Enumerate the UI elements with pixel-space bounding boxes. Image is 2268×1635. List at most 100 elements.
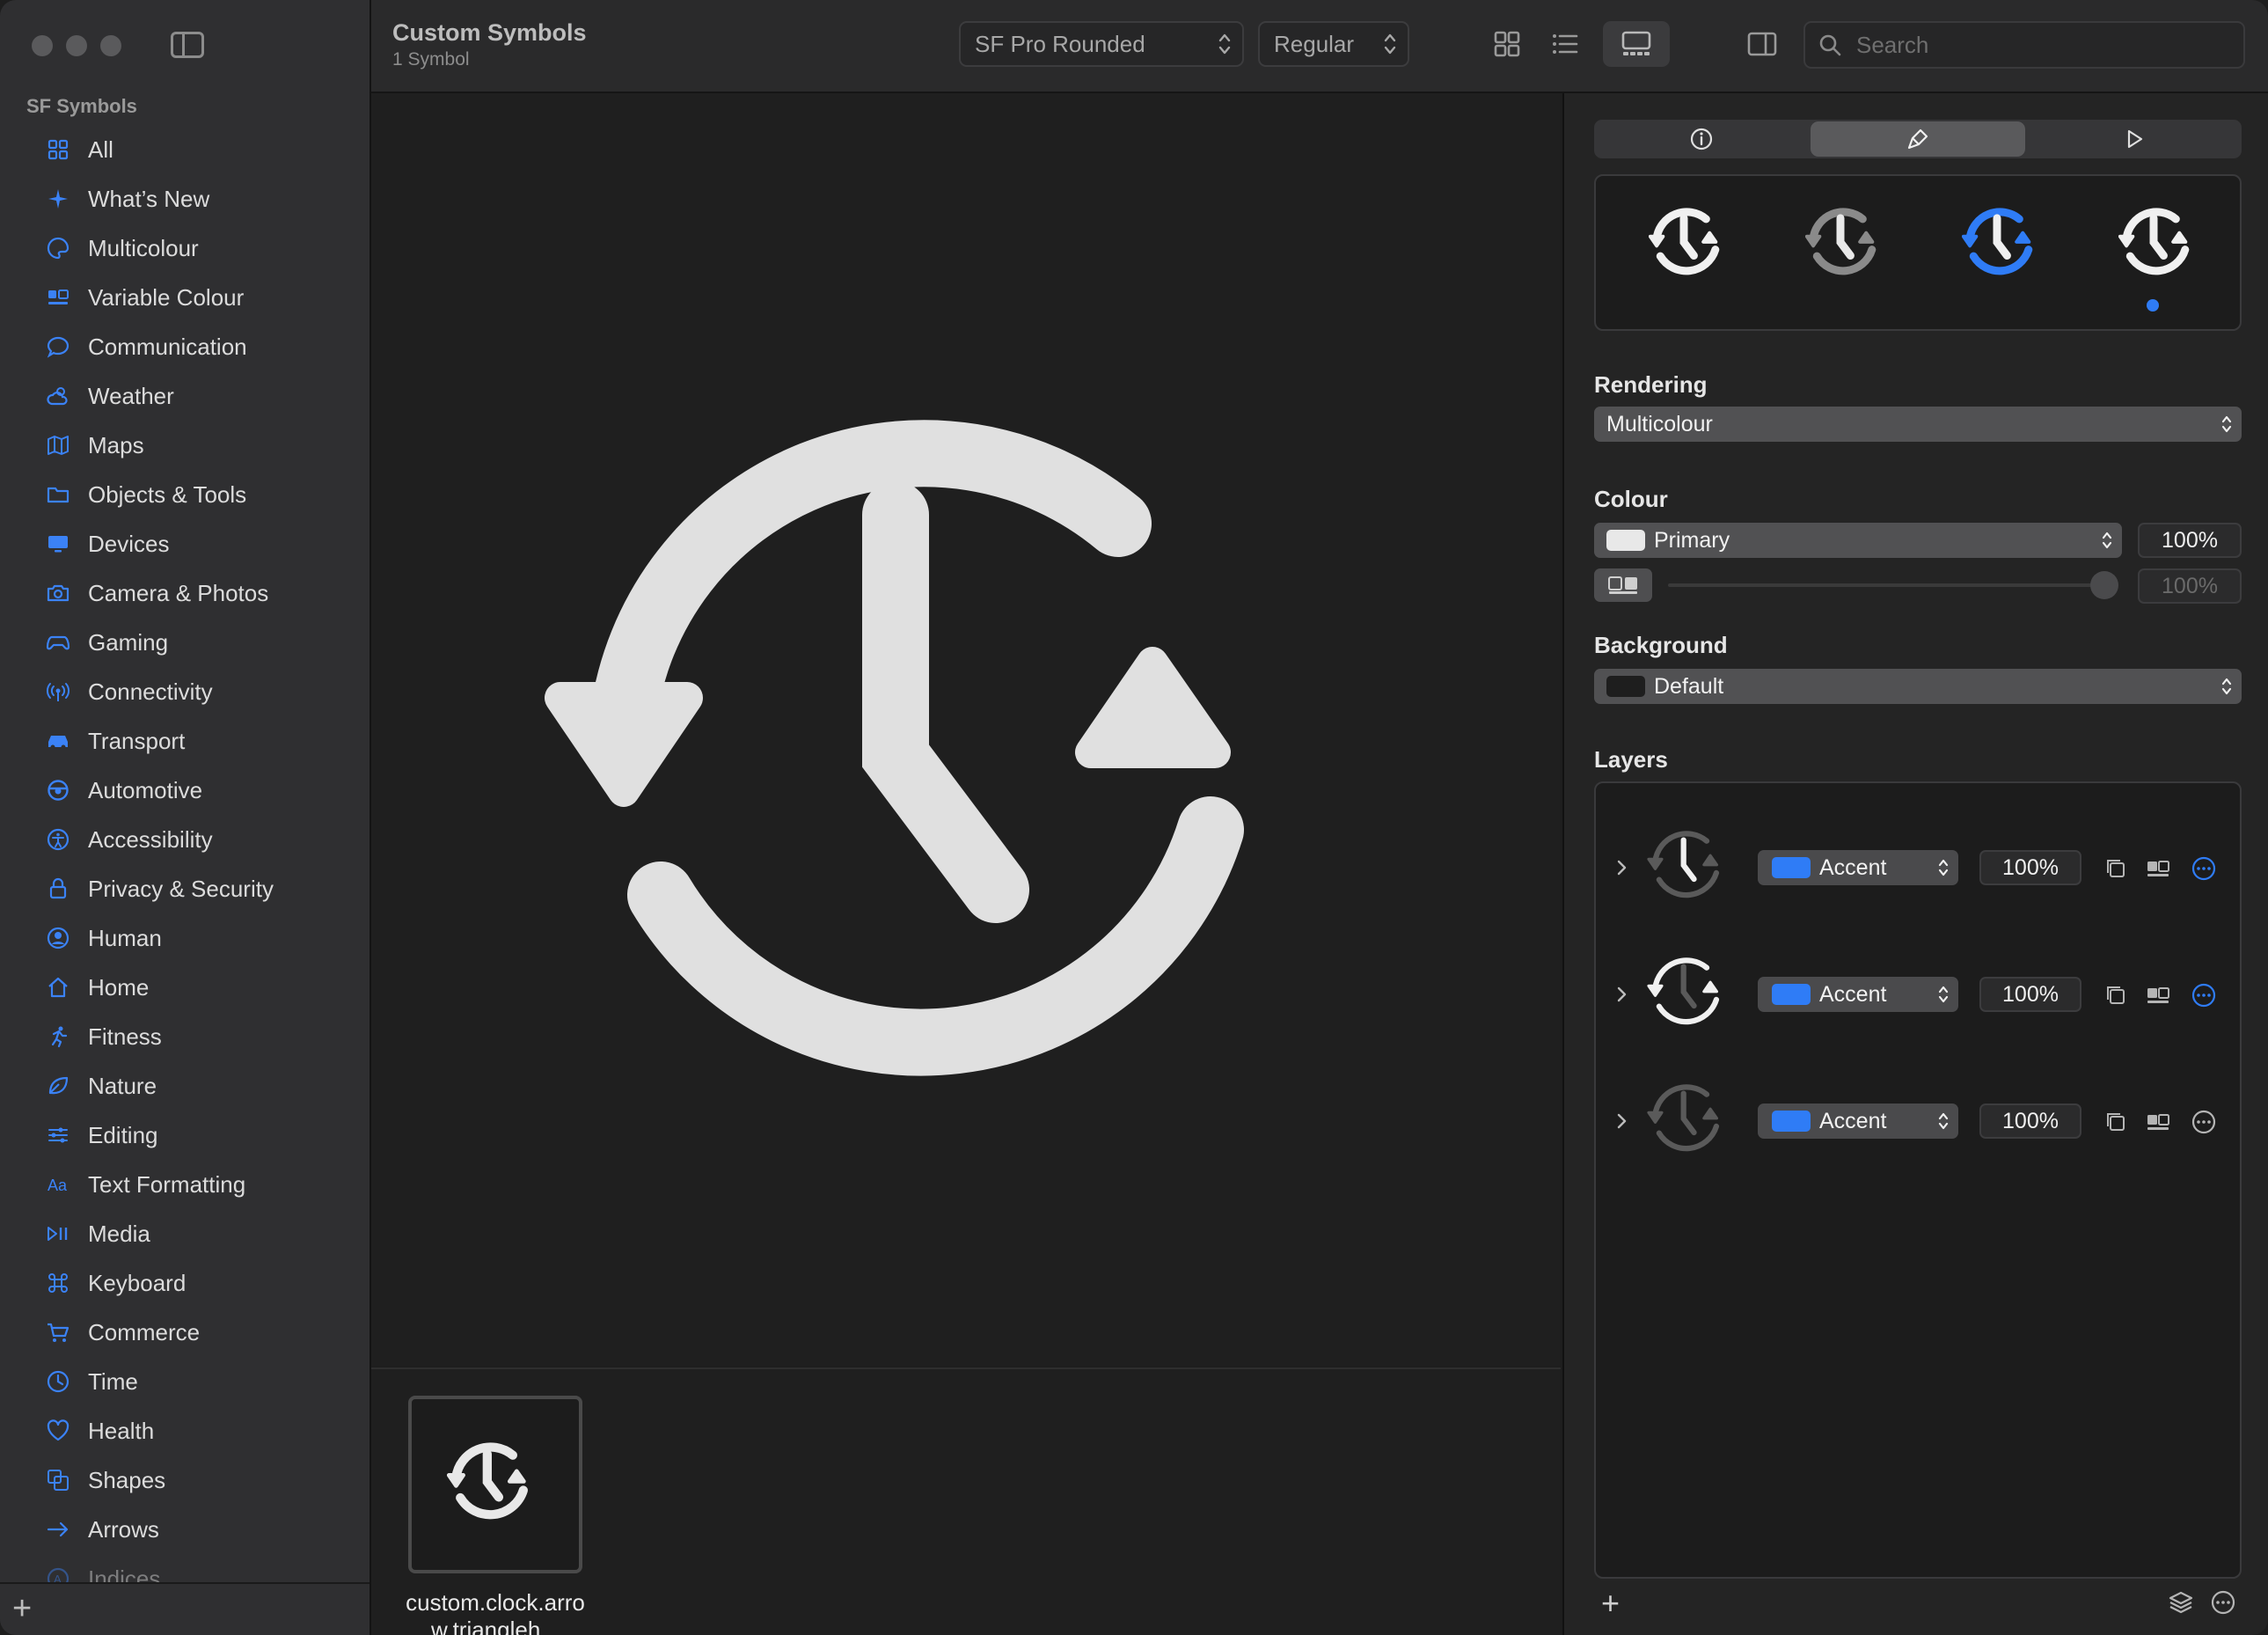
duplicate-icon[interactable] — [2103, 982, 2129, 1008]
lock-icon — [46, 876, 70, 901]
sidebar-item-automotive[interactable]: Automotive — [0, 766, 369, 815]
variable-colour-button[interactable] — [1594, 568, 1652, 602]
font-popup[interactable]: SF Pro Rounded — [959, 21, 1244, 67]
tab-render[interactable] — [1811, 121, 2025, 157]
layer-opacity-field[interactable]: 100% — [1979, 850, 2081, 885]
updown-chevron-icon — [1938, 986, 1949, 1003]
sidebar-item-gaming[interactable]: Gaming — [0, 618, 369, 667]
sidebar-item-multicolour[interactable]: Multicolour — [0, 224, 369, 273]
chevron-right-icon[interactable] — [1613, 855, 1631, 880]
mode-monochrome[interactable] — [1647, 201, 1735, 289]
sidebar-item-arrows[interactable]: Arrows — [0, 1505, 369, 1554]
grid-view-button[interactable] — [1483, 21, 1531, 67]
mode-hierarchical[interactable] — [1803, 201, 1891, 289]
sidebar-item-health[interactable]: Health — [0, 1406, 369, 1455]
sidebar-item-fitness[interactable]: Fitness — [0, 1012, 369, 1061]
symbol-gallery: custom.clock.arrow.triangleh... — [371, 1367, 1561, 1635]
updown-chevron-icon — [2221, 678, 2232, 695]
duplicate-icon[interactable] — [2103, 855, 2129, 882]
background-select[interactable]: Default — [1594, 669, 2242, 704]
sidebar-item-media[interactable]: Media — [0, 1209, 369, 1258]
layer-opacity-field[interactable]: 100% — [1979, 977, 2081, 1012]
zoom-window-button[interactable] — [100, 35, 121, 56]
sidebar-item-transport[interactable]: Transport — [0, 716, 369, 766]
play-icon — [2127, 129, 2143, 149]
sidebar-item-shapes[interactable]: Shapes — [0, 1455, 369, 1505]
more-options-icon[interactable] — [2191, 1109, 2217, 1135]
gallery-view-button[interactable] — [1603, 21, 1670, 67]
variable-colour-icon — [1608, 576, 1637, 594]
sidebar-item-communication[interactable]: Communication — [0, 322, 369, 371]
accent-colour-swatch — [1772, 1111, 1811, 1132]
map-icon — [46, 433, 70, 458]
list-view-icon — [1553, 34, 1578, 54]
accent-colour-swatch — [1772, 984, 1811, 1005]
inspector-toggle-button[interactable] — [1738, 21, 1786, 67]
more-options-icon[interactable] — [2191, 855, 2217, 882]
sidebar-item-maps[interactable]: Maps — [0, 421, 369, 470]
clock-icon — [46, 1369, 70, 1394]
more-options-icon[interactable] — [2210, 1589, 2236, 1616]
tab-animation[interactable] — [2027, 120, 2242, 158]
updown-chevron-icon — [2221, 415, 2232, 433]
sidebar-item-text-formatting[interactable]: Aa Text Formatting — [0, 1160, 369, 1209]
close-window-button[interactable] — [32, 35, 53, 56]
add-collection-button[interactable]: + — [12, 1591, 32, 1626]
layer-row: Accent 100% — [1596, 1077, 2243, 1165]
sidebar-item-objects-tools[interactable]: Objects & Tools — [0, 470, 369, 519]
sidebar-item-label: Human — [88, 924, 162, 951]
variable-colour-icon[interactable] — [2145, 982, 2171, 1008]
sidebar-item-devices[interactable]: Devices — [0, 519, 369, 568]
sidebar-item-all[interactable]: All — [0, 125, 369, 174]
gamecontroller-icon — [46, 630, 70, 655]
search-input[interactable] — [1855, 30, 2210, 60]
colour-select[interactable]: Primary — [1594, 523, 2122, 558]
tab-info[interactable] — [1594, 120, 1809, 158]
sidebar-item-commerce[interactable]: Commerce — [0, 1308, 369, 1357]
layer-colour-select[interactable]: Accent — [1758, 1103, 1958, 1139]
slider-value-field[interactable]: 100% — [2138, 568, 2242, 604]
layer-colour-value: Accent — [1819, 854, 1887, 880]
clock-arrow-circlepath-icon — [1649, 208, 1720, 275]
layers-icon[interactable] — [2168, 1589, 2194, 1616]
colour-slider-knob[interactable] — [2090, 571, 2118, 599]
layer-opacity-field[interactable]: 100% — [1979, 1103, 2081, 1139]
search-field[interactable] — [1803, 21, 2245, 69]
mode-palette[interactable] — [1960, 201, 2048, 289]
list-view-button[interactable] — [1541, 21, 1589, 67]
sidebar-item-indices[interactable]: A Indices — [0, 1554, 369, 1586]
more-options-icon[interactable] — [2191, 982, 2217, 1008]
weight-popup[interactable]: Regular — [1258, 21, 1409, 67]
sidebar-item-camera-photos[interactable]: Camera & Photos — [0, 568, 369, 618]
sidebar-item-time[interactable]: Time — [0, 1357, 369, 1406]
layer-colour-select[interactable]: Accent — [1758, 850, 1958, 885]
sidebar-item-weather[interactable]: Weather — [0, 371, 369, 421]
colour-opacity-field[interactable]: 100% — [2138, 523, 2242, 558]
sidebar-item-privacy-security[interactable]: Privacy & Security — [0, 864, 369, 913]
sidebar-item-what-s-new[interactable]: What’s New — [0, 174, 369, 224]
sidebar-item-human[interactable]: Human — [0, 913, 369, 963]
folder-icon — [46, 482, 70, 507]
sidebar-toggle-icon[interactable] — [171, 32, 204, 58]
rendering-select[interactable]: Multicolour — [1594, 407, 2242, 442]
duplicate-icon[interactable] — [2103, 1109, 2129, 1135]
display-icon — [46, 532, 70, 556]
chevron-right-icon[interactable] — [1613, 982, 1631, 1007]
layer-colour-select[interactable]: Accent — [1758, 977, 1958, 1012]
minimize-window-button[interactable] — [66, 35, 87, 56]
sidebar-item-home[interactable]: Home — [0, 963, 369, 1012]
sidebar-item-label: Commerce — [88, 1318, 201, 1345]
chevron-right-icon[interactable] — [1613, 1109, 1631, 1133]
sidebar-item-variable-colour[interactable]: Variable Colour — [0, 273, 369, 322]
sidebar-item-keyboard[interactable]: Keyboard — [0, 1258, 369, 1308]
variable-colour-icon[interactable] — [2145, 1109, 2171, 1135]
sidebar-item-editing[interactable]: Editing — [0, 1111, 369, 1160]
sidebar-item-nature[interactable]: Nature — [0, 1061, 369, 1111]
add-layer-button[interactable]: + — [1601, 1587, 1620, 1619]
sidebar-item-accessibility[interactable]: Accessibility — [0, 815, 369, 864]
sidebar-item-connectivity[interactable]: Connectivity — [0, 667, 369, 716]
layers-list: Accent 100% Accent 100% Accent 100% — [1594, 781, 2242, 1579]
symbol-thumbnail[interactable] — [408, 1396, 582, 1573]
variable-colour-icon[interactable] — [2145, 855, 2171, 882]
mode-multicolour[interactable] — [2117, 201, 2205, 289]
